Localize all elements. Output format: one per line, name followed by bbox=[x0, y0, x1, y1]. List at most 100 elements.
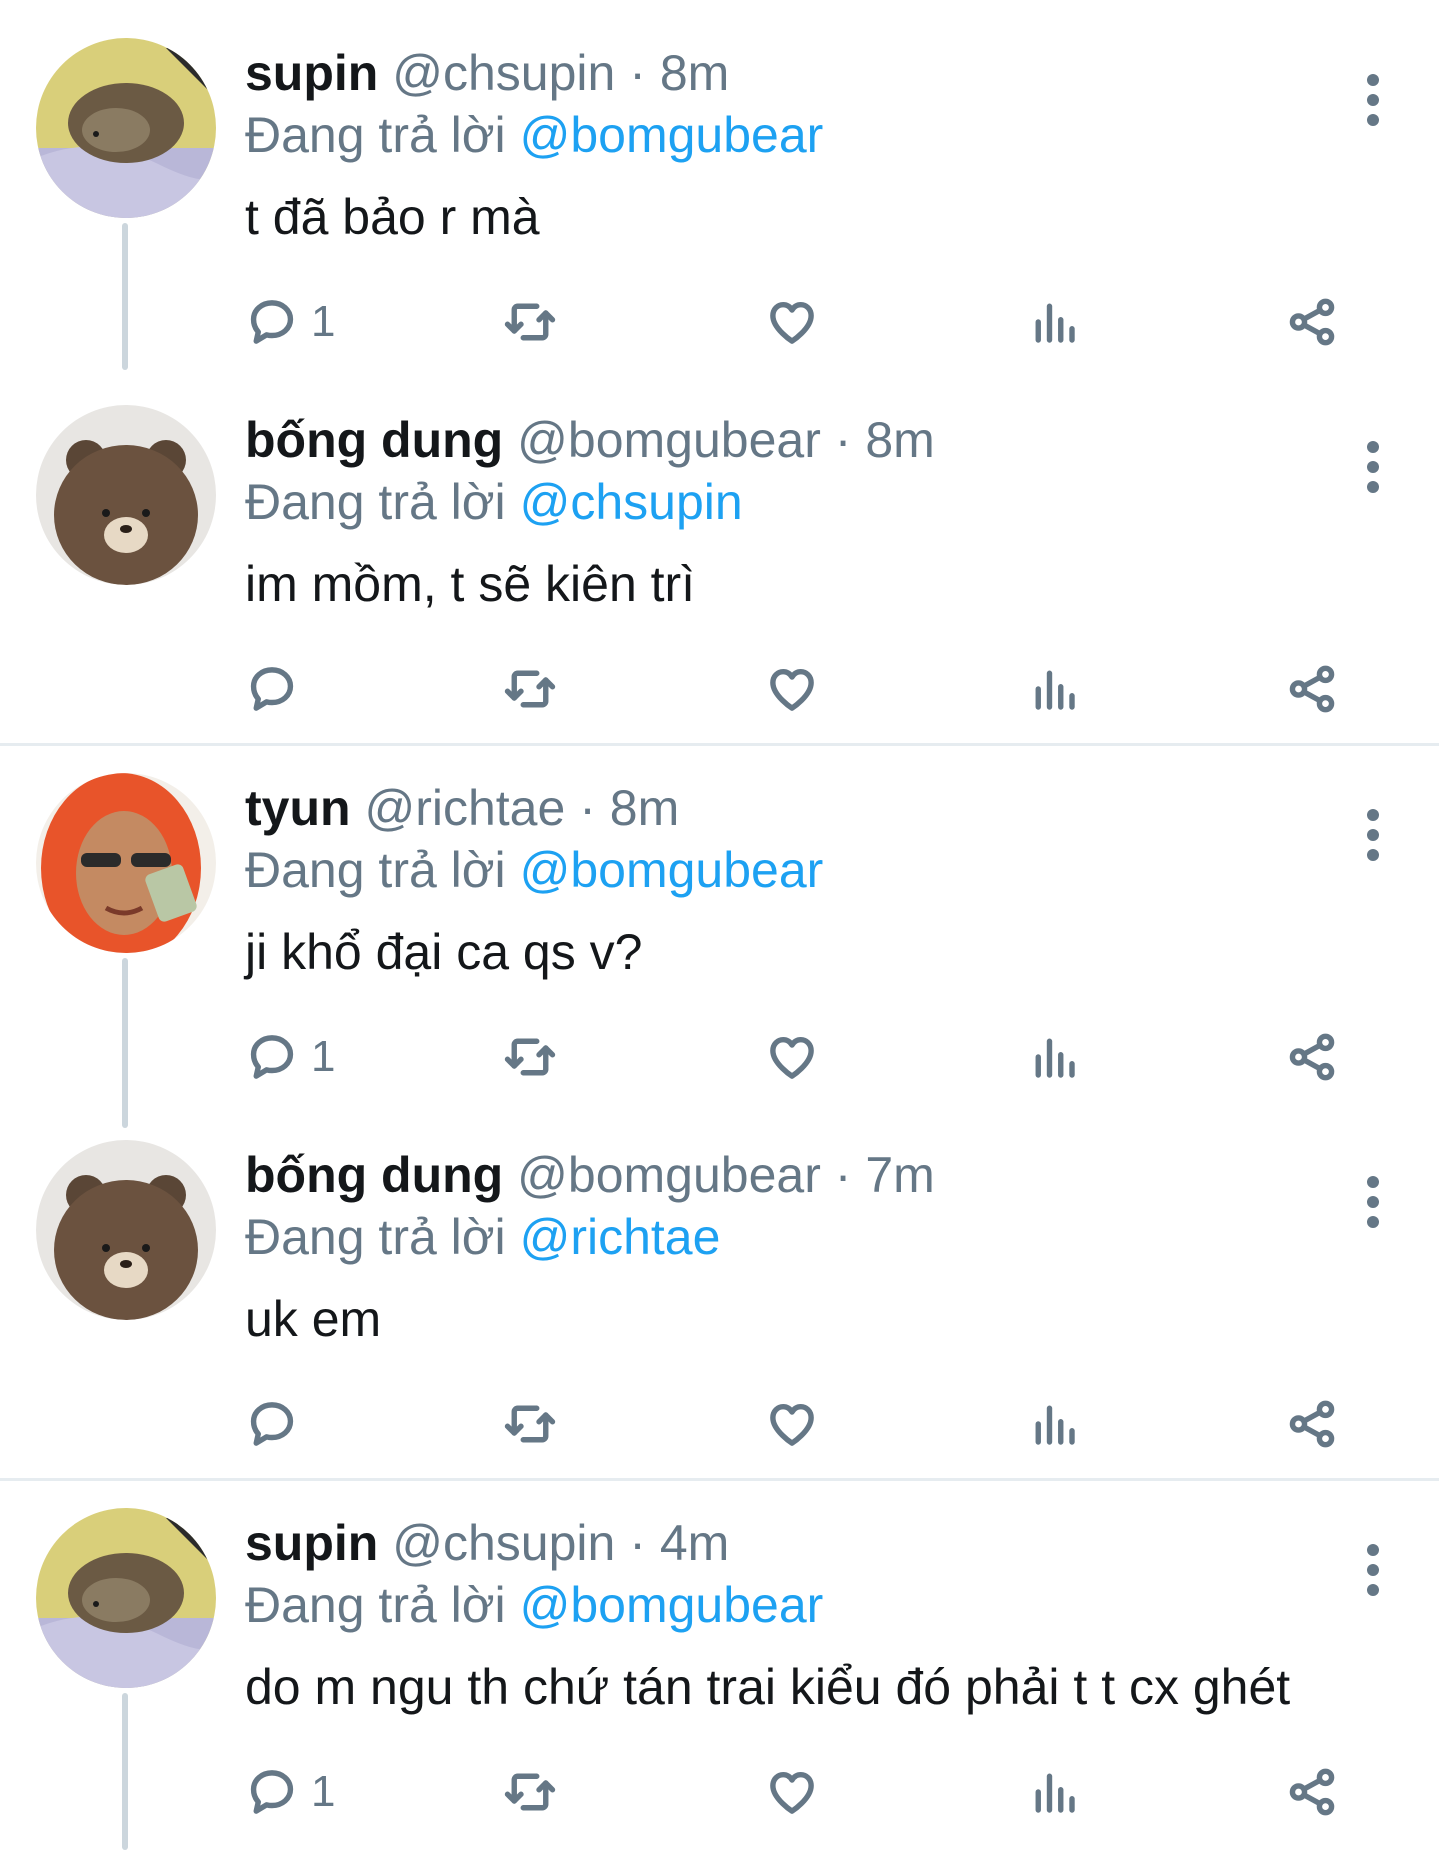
separator-dot: · bbox=[629, 1515, 646, 1571]
orange-hair-avatar[interactable] bbox=[36, 773, 216, 953]
thread-connector-line bbox=[122, 223, 128, 370]
mention-link[interactable]: @chsupin bbox=[520, 474, 743, 530]
reply-icon bbox=[250, 300, 294, 344]
share-icon bbox=[1289, 298, 1335, 346]
more-options-icon[interactable] bbox=[1365, 441, 1381, 497]
separator-dot: · bbox=[629, 45, 646, 101]
reply-count: 1 bbox=[311, 297, 336, 346]
stats-button[interactable] bbox=[1027, 659, 1081, 719]
like-button[interactable] bbox=[765, 1762, 819, 1822]
bear-avatar[interactable] bbox=[36, 1140, 216, 1320]
reply-button[interactable]: 1 bbox=[245, 1762, 335, 1822]
replying-to-line: Đang trả lời @bomgubear bbox=[245, 839, 1379, 901]
timestamp[interactable]: 8m bbox=[865, 412, 934, 468]
tweet[interactable]: supin @chsupin · 4m Đang trả lời @bomgub… bbox=[0, 1500, 1439, 1850]
more-options-icon[interactable] bbox=[1365, 1544, 1381, 1600]
display-name[interactable]: tyun bbox=[245, 780, 351, 836]
retweet-button[interactable] bbox=[503, 292, 557, 352]
display-name[interactable]: bống dung bbox=[245, 412, 503, 468]
retweet-icon bbox=[504, 670, 556, 708]
thread-connector-line bbox=[122, 958, 128, 1128]
more-options-icon[interactable] bbox=[1365, 809, 1381, 865]
retweet-button[interactable] bbox=[503, 1027, 557, 1087]
user-handle[interactable]: @bomgubear bbox=[517, 412, 821, 468]
tweet[interactable]: bống dung @bomgubear · 7m Đang trả lời @… bbox=[0, 1132, 1439, 1472]
stats-icon bbox=[1035, 670, 1075, 710]
tweet-text: im mồm, t sẽ kiên trì bbox=[245, 556, 696, 612]
stats-button[interactable] bbox=[1027, 1027, 1081, 1087]
tweet-actions: 1 bbox=[245, 1027, 1375, 1087]
share-button[interactable] bbox=[1285, 659, 1339, 719]
reply-count: 1 bbox=[311, 1032, 336, 1081]
mention-link[interactable]: @bomgubear bbox=[520, 107, 824, 163]
reply-thread-feed: supin @chsupin · 8m Đang trả lời @bomgub… bbox=[0, 0, 1439, 1850]
mention-link[interactable]: @bomgubear bbox=[520, 1577, 824, 1633]
bear-avatar[interactable] bbox=[36, 405, 216, 585]
stats-icon bbox=[1035, 1405, 1075, 1445]
like-button[interactable] bbox=[765, 292, 819, 352]
tweet-text: uk em bbox=[245, 1291, 382, 1347]
retweet-icon bbox=[504, 1773, 556, 1811]
stats-icon bbox=[1035, 303, 1075, 343]
thread-divider bbox=[0, 1478, 1439, 1481]
retweet-icon bbox=[504, 1038, 556, 1076]
display-name[interactable]: supin bbox=[245, 45, 378, 101]
tweet[interactable]: bống dung @bomgubear · 8m Đang trả lời @… bbox=[0, 397, 1439, 737]
stats-icon bbox=[1035, 1038, 1075, 1078]
share-button[interactable] bbox=[1285, 1762, 1339, 1822]
user-handle[interactable]: @chsupin bbox=[392, 45, 615, 101]
tweet-actions: 1 bbox=[245, 1762, 1375, 1822]
user-handle[interactable]: @richtae bbox=[364, 780, 565, 836]
user-handle[interactable]: @chsupin bbox=[392, 1515, 615, 1571]
user-handle[interactable]: @bomgubear bbox=[517, 1147, 821, 1203]
stats-button[interactable] bbox=[1027, 292, 1081, 352]
share-button[interactable] bbox=[1285, 1027, 1339, 1087]
timestamp[interactable]: 8m bbox=[660, 45, 729, 101]
reply-icon bbox=[250, 1035, 294, 1079]
retweet-button[interactable] bbox=[503, 1394, 557, 1454]
timestamp[interactable]: 8m bbox=[610, 780, 679, 836]
reply-icon bbox=[250, 1402, 294, 1446]
retweet-icon bbox=[504, 303, 556, 341]
reply-button[interactable] bbox=[245, 1394, 311, 1454]
like-button[interactable] bbox=[765, 659, 819, 719]
thread-connector-line bbox=[122, 1693, 128, 1850]
stats-button[interactable] bbox=[1027, 1394, 1081, 1454]
reply-button[interactable]: 1 bbox=[245, 1027, 335, 1087]
stats-icon bbox=[1035, 1773, 1075, 1813]
like-button[interactable] bbox=[765, 1394, 819, 1454]
like-button[interactable] bbox=[765, 1027, 819, 1087]
separator-dot: · bbox=[579, 780, 596, 836]
replying-to-label: Đang trả lời bbox=[245, 842, 506, 898]
like-icon bbox=[770, 668, 814, 711]
share-button[interactable] bbox=[1285, 292, 1339, 352]
mention-link[interactable]: @bomgubear bbox=[520, 842, 824, 898]
tweet[interactable]: tyun @richtae · 8m Đang trả lời @bomgube… bbox=[0, 765, 1439, 1128]
like-icon bbox=[770, 1036, 814, 1079]
timestamp[interactable]: 4m bbox=[660, 1515, 729, 1571]
retweet-button[interactable] bbox=[503, 1762, 557, 1822]
tweet-text: t đã bảo r mà bbox=[245, 189, 540, 245]
share-icon bbox=[1289, 1033, 1335, 1081]
retweet-button[interactable] bbox=[503, 659, 557, 719]
stats-button[interactable] bbox=[1027, 1762, 1081, 1822]
replying-to-label: Đang trả lời bbox=[245, 474, 506, 530]
display-name[interactable]: supin bbox=[245, 1515, 378, 1571]
tweet-actions bbox=[245, 1394, 1375, 1454]
tweet[interactable]: supin @chsupin · 8m Đang trả lời @bomgub… bbox=[0, 30, 1439, 370]
replying-to-line: Đang trả lời @richtae bbox=[245, 1206, 1379, 1268]
like-icon bbox=[770, 1403, 814, 1446]
reply-button[interactable]: 1 bbox=[245, 292, 335, 352]
separator-dot: · bbox=[834, 412, 852, 468]
share-button[interactable] bbox=[1285, 1394, 1339, 1454]
hedgehog-avatar[interactable] bbox=[36, 1508, 216, 1688]
share-icon bbox=[1289, 665, 1335, 713]
mention-link[interactable]: @richtae bbox=[520, 1209, 721, 1265]
more-options-icon[interactable] bbox=[1365, 74, 1381, 130]
timestamp[interactable]: 7m bbox=[865, 1147, 934, 1203]
tweet-actions bbox=[245, 659, 1375, 719]
display-name[interactable]: bống dung bbox=[245, 1147, 503, 1203]
more-options-icon[interactable] bbox=[1365, 1176, 1381, 1232]
hedgehog-avatar[interactable] bbox=[36, 38, 216, 218]
reply-button[interactable] bbox=[245, 659, 311, 719]
